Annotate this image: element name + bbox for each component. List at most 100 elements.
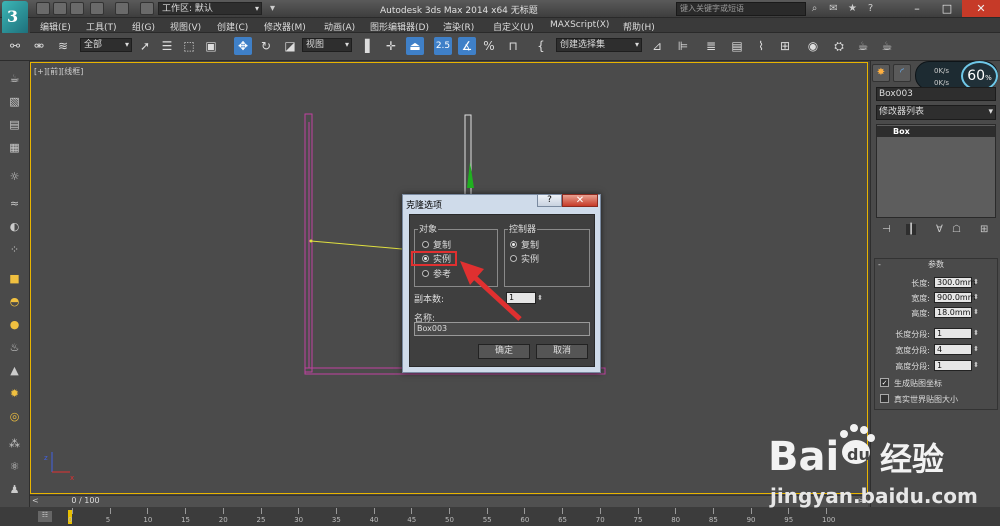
- make-unique-icon[interactable]: ∀: [936, 224, 943, 235]
- minimize-button[interactable]: –: [902, 0, 932, 17]
- open-file-icon[interactable]: [53, 2, 67, 15]
- create-tab-icon[interactable]: ✸: [872, 64, 890, 82]
- favorites-icon[interactable]: ★: [846, 2, 859, 15]
- menu-graph-editors[interactable]: 图形编辑器(D): [370, 20, 429, 33]
- height-segs-spinner-icon[interactable]: ⬍: [972, 360, 980, 371]
- pivot-center-icon[interactable]: ▐: [356, 37, 374, 55]
- light-bulb-icon[interactable]: ☼: [6, 169, 23, 184]
- rectangular-selection-icon[interactable]: ⬚: [180, 37, 198, 55]
- dialog-close-button[interactable]: ✕: [562, 194, 598, 207]
- menu-help[interactable]: 帮助(H): [623, 20, 655, 33]
- redo-icon[interactable]: [115, 2, 129, 15]
- hemisphere-icon[interactable]: ◓: [6, 294, 23, 309]
- rotate-icon[interactable]: ↻: [257, 37, 275, 55]
- length-segs-field[interactable]: 1: [934, 328, 972, 339]
- remove-modifier-icon[interactable]: ☖: [952, 224, 961, 235]
- communication-center-icon[interactable]: ✉: [827, 2, 840, 15]
- wave-icon[interactable]: ≈: [6, 196, 23, 211]
- modify-tab-icon[interactable]: ◜: [893, 64, 911, 82]
- search-input[interactable]: 键入关键字或短语: [676, 2, 806, 16]
- scale-icon[interactable]: ◪: [281, 37, 299, 55]
- select-manipulate-icon[interactable]: ✛: [382, 37, 400, 55]
- prev-frame-icon[interactable]: <: [32, 496, 39, 505]
- object-name-field[interactable]: Box003: [876, 87, 996, 101]
- quick-access-dropdown-icon[interactable]: ▾: [266, 2, 279, 15]
- curve-editor-icon[interactable]: ⌇: [752, 37, 770, 55]
- teapot-icon[interactable]: ☕: [6, 71, 23, 86]
- cone-icon[interactable]: ▲: [6, 363, 23, 378]
- menu-views[interactable]: 视图(V): [170, 20, 201, 33]
- real-world-map-checkbox[interactable]: [880, 394, 889, 403]
- torus-icon[interactable]: ◎: [6, 409, 23, 424]
- object-copy-radio[interactable]: [422, 241, 429, 248]
- select-link-icon[interactable]: ⚯: [6, 37, 24, 55]
- box-icon[interactable]: ■: [6, 271, 23, 286]
- menu-animation[interactable]: 动画(A): [324, 20, 355, 33]
- dialog-help-button[interactable]: ?: [537, 194, 562, 207]
- mirror-icon[interactable]: ⊿: [648, 37, 666, 55]
- move-gizmo-green[interactable]: [467, 162, 474, 188]
- app-menu-button[interactable]: 3: [2, 1, 28, 35]
- close-button[interactable]: ✕: [962, 0, 1000, 17]
- teapot-small-icon[interactable]: ♨: [6, 340, 23, 355]
- particles-icon[interactable]: ⁂: [6, 436, 23, 451]
- snaps-toggle-icon[interactable]: 2.5: [434, 37, 452, 55]
- menu-customize[interactable]: 自定义(U): [493, 20, 534, 33]
- named-selection-dropdown[interactable]: 创建选择集 ▾: [556, 38, 642, 52]
- select-object-icon[interactable]: ➚: [136, 37, 154, 55]
- parameters-title[interactable]: - 参数: [876, 259, 996, 270]
- bind-space-warp-icon[interactable]: ≋: [54, 37, 72, 55]
- cancel-button[interactable]: 取消: [536, 344, 588, 359]
- percent-snap-icon[interactable]: %: [480, 37, 498, 55]
- ok-button[interactable]: 确定: [478, 344, 530, 359]
- copies-spinner-icon[interactable]: ⬍: [536, 292, 544, 304]
- time-slider-track[interactable]: [30, 495, 868, 507]
- layer-manager-icon[interactable]: ≣: [702, 37, 720, 55]
- schematic-view-icon[interactable]: ⊞: [776, 37, 794, 55]
- gen-mapping-checkbox[interactable]: ✓: [880, 378, 889, 387]
- binoculars-icon[interactable]: ⌕: [808, 2, 821, 15]
- list-icon[interactable]: ▤: [6, 117, 23, 132]
- save-file-icon[interactable]: [70, 2, 84, 15]
- menu-group[interactable]: 组(G): [132, 20, 155, 33]
- align-icon[interactable]: ⊫: [674, 37, 692, 55]
- select-by-name-icon[interactable]: ☰: [158, 37, 176, 55]
- menu-rendering[interactable]: 渲染(R): [443, 20, 474, 33]
- dots-icon[interactable]: ⁘: [6, 242, 23, 257]
- modifier-stack[interactable]: [876, 124, 996, 218]
- new-file-icon[interactable]: [36, 2, 50, 15]
- render-production-icon[interactable]: ☕: [878, 37, 896, 55]
- width-field[interactable]: 900.0mm: [934, 292, 976, 303]
- width-segs-spinner-icon[interactable]: ⬍: [972, 344, 980, 355]
- move-icon[interactable]: ✥: [234, 37, 252, 55]
- window-crossing-icon[interactable]: ▣: [202, 37, 220, 55]
- material-editor-icon[interactable]: ◉: [804, 37, 822, 55]
- object-reference-radio[interactable]: [422, 270, 429, 277]
- keyboard-shortcut-override-icon[interactable]: ⏏: [406, 37, 424, 55]
- sphere-icon[interactable]: ●: [6, 317, 23, 332]
- grid-icon[interactable]: ▦: [6, 140, 23, 155]
- length-segs-spinner-icon[interactable]: ⬍: [972, 328, 980, 339]
- rendered-frame-window-icon[interactable]: ☕: [854, 37, 872, 55]
- unlink-icon[interactable]: ⚮: [30, 37, 48, 55]
- menu-create[interactable]: 创建(C): [217, 20, 248, 33]
- render-setup-icon[interactable]: ⛭: [830, 37, 848, 55]
- pin-stack-icon[interactable]: ⊣: [882, 224, 891, 235]
- workspace-dropdown[interactable]: 工作区: 默认 ▾: [158, 2, 262, 15]
- graphite-ribbon-icon[interactable]: ▤: [728, 37, 746, 55]
- molecule-icon[interactable]: ⚛: [6, 459, 23, 474]
- show-end-result-icon[interactable]: ┃: [906, 224, 917, 235]
- person-icon[interactable]: ♟: [6, 482, 23, 497]
- selection-filter-dropdown[interactable]: 全部 ▾: [80, 38, 132, 52]
- help-icon[interactable]: ?: [864, 2, 877, 15]
- menu-modifiers[interactable]: 修改器(M): [264, 20, 306, 33]
- height-field[interactable]: 18.0mm: [934, 307, 972, 318]
- spinner-snap-icon[interactable]: ⊓: [504, 37, 522, 55]
- length-field[interactable]: 300.0mm: [934, 277, 976, 288]
- project-folder-icon[interactable]: [140, 2, 154, 15]
- menu-tools[interactable]: 工具(T): [86, 20, 117, 33]
- height-segs-field[interactable]: 1: [934, 360, 972, 371]
- sun-icon[interactable]: ✹: [6, 386, 23, 401]
- menu-edit[interactable]: 编辑(E): [40, 20, 71, 33]
- maximize-button[interactable]: □: [932, 0, 962, 17]
